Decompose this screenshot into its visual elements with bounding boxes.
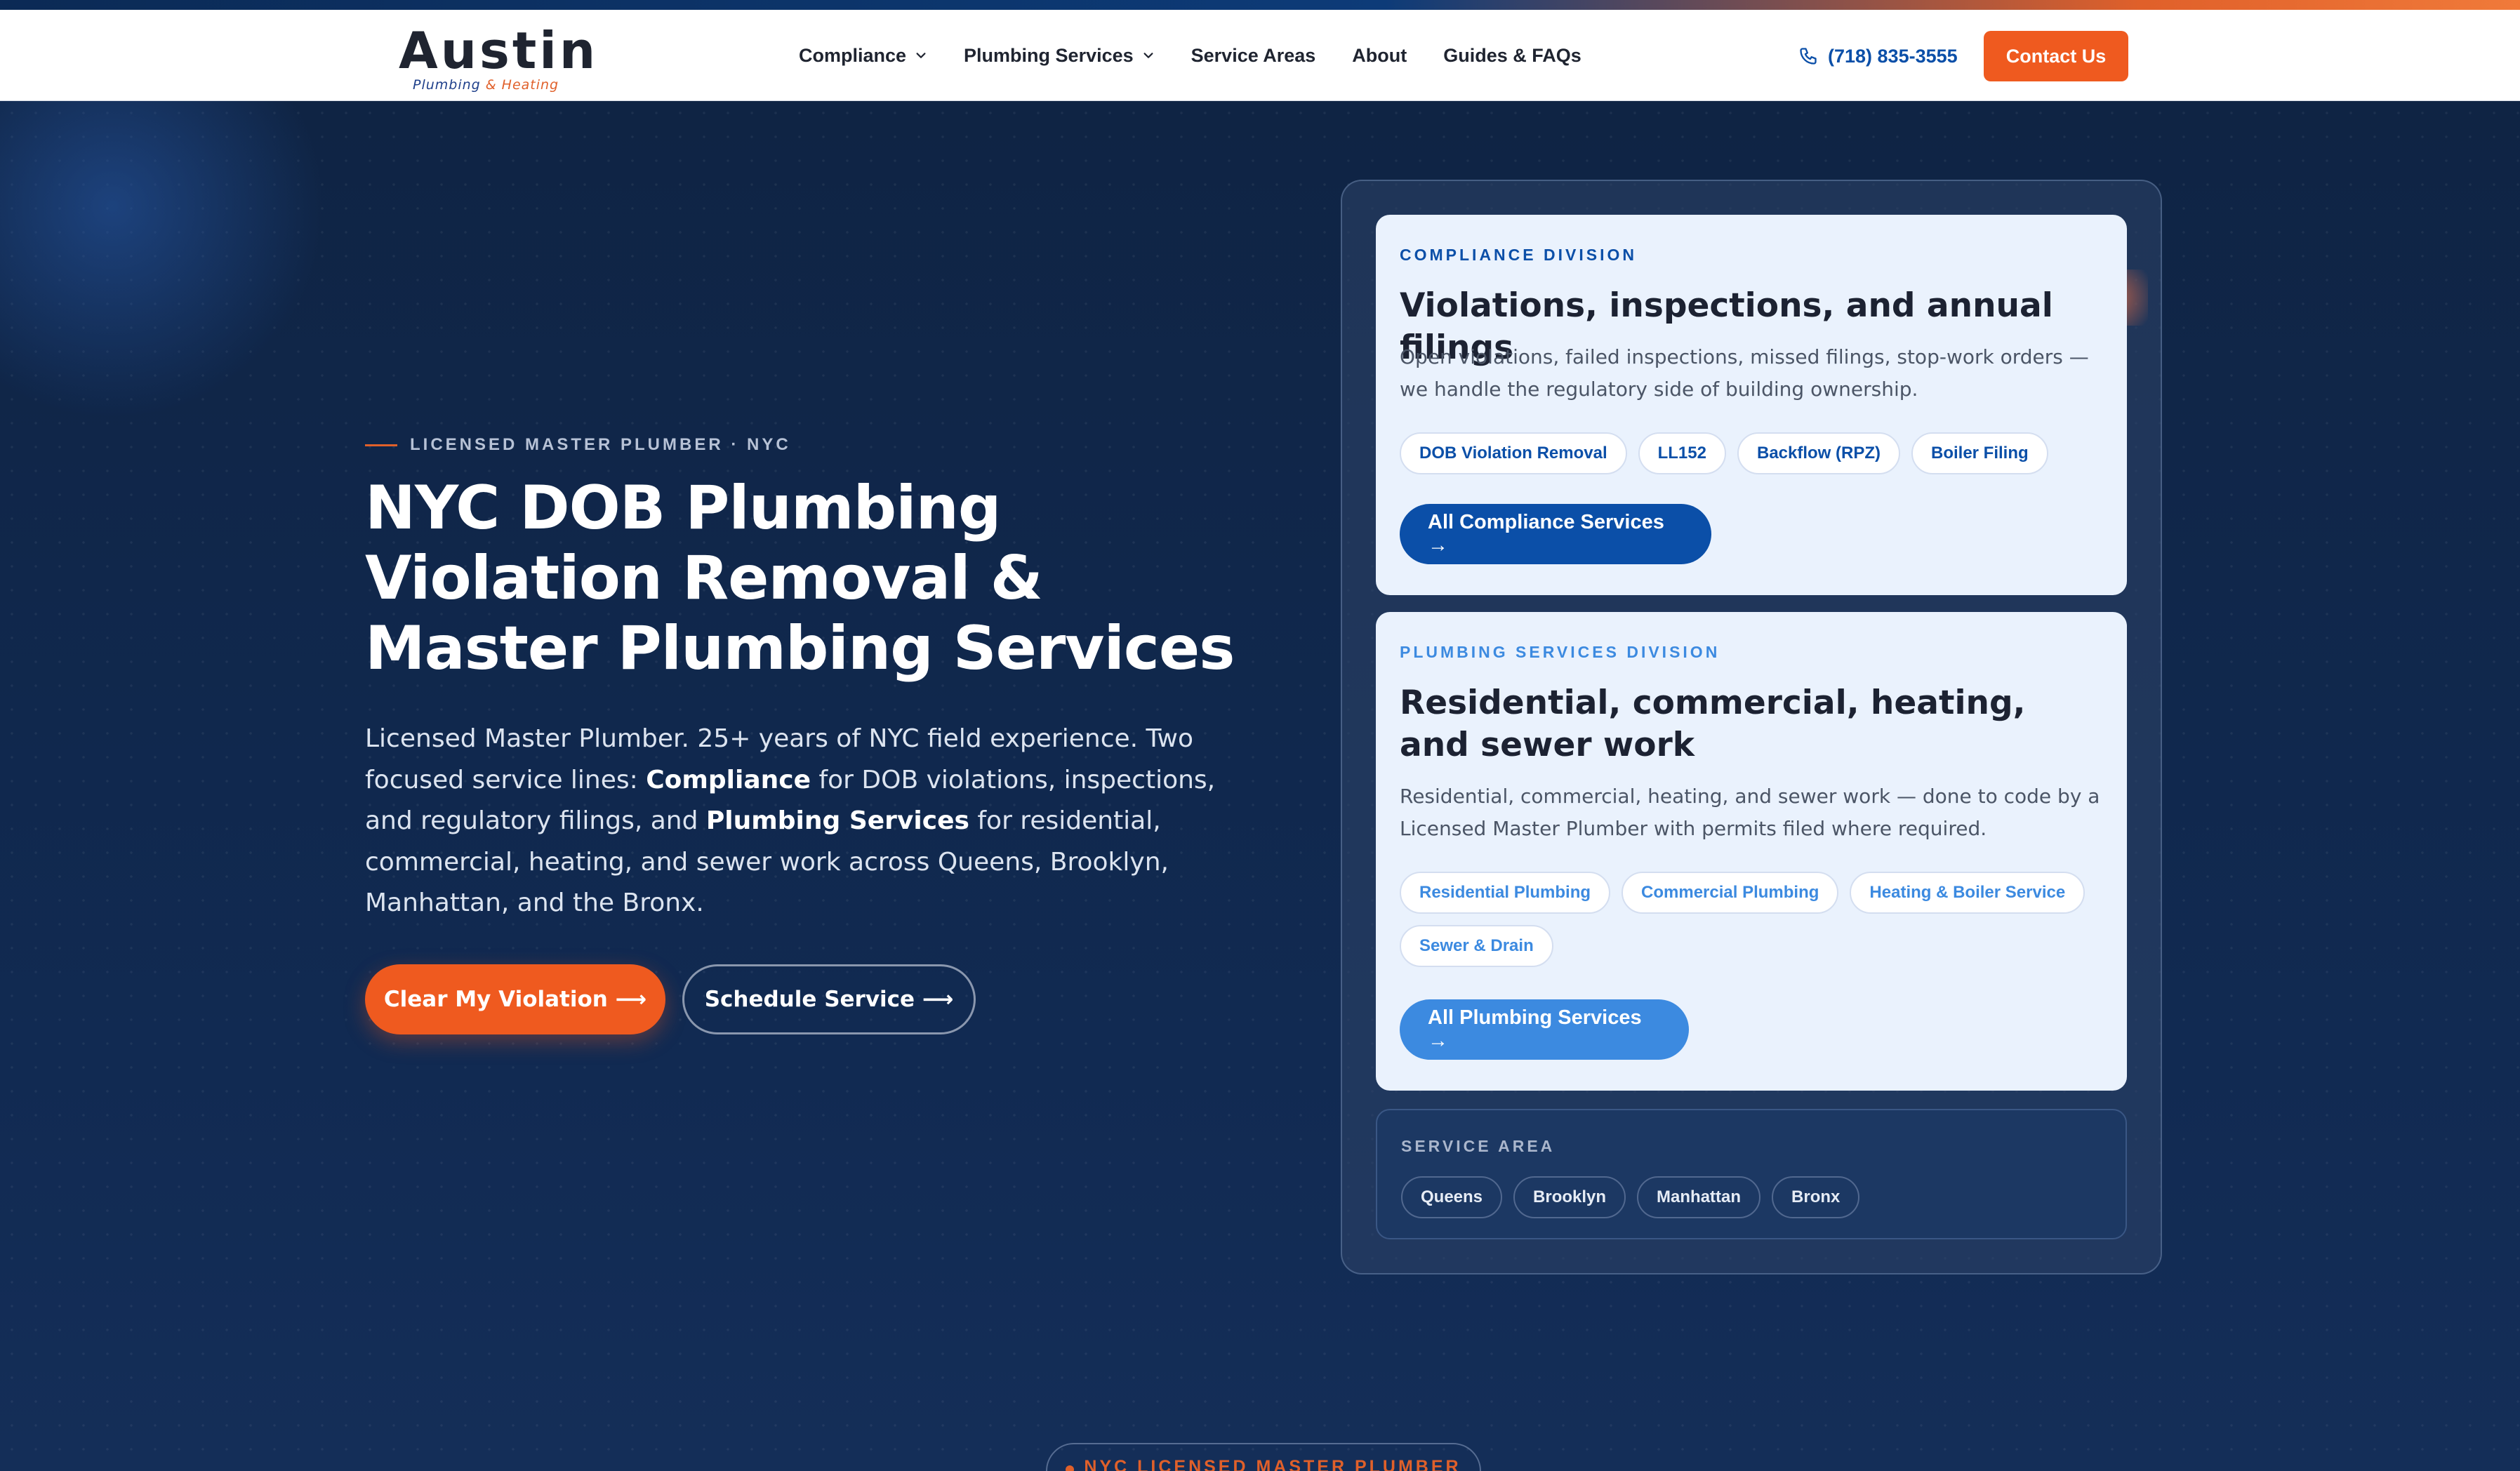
logo-wordmark: Austin bbox=[399, 21, 599, 80]
hero-section: LICENSED MASTER PLUMBER · NYC NYC DOB Pl… bbox=[0, 101, 2520, 1471]
all-plumbing-services-button[interactable]: All Plumbing Services → bbox=[1400, 999, 1689, 1060]
card-eyebrow: PLUMBING SERVICES DIVISION bbox=[1400, 643, 1720, 661]
chip-heating-boiler-service[interactable]: Heating & Boiler Service bbox=[1850, 872, 2085, 914]
licensed-badge: NYC LICENSED MASTER PLUMBER bbox=[1046, 1443, 1481, 1471]
plumbing-chips: Residential Plumbing Commercial Plumbing… bbox=[1400, 872, 2109, 967]
logo[interactable]: Austin Plumbing & Heating bbox=[399, 21, 599, 95]
logo-tagline: Plumbing & Heating bbox=[413, 77, 559, 93]
nav-item-plumbing-services[interactable]: Plumbing Services bbox=[964, 45, 1155, 67]
service-area-card: SERVICE AREA Queens Brooklyn Manhattan B… bbox=[1376, 1109, 2127, 1239]
phone-icon bbox=[1800, 48, 1817, 65]
nav-item-about[interactable]: About bbox=[1352, 45, 1407, 67]
compliance-division-card: COMPLIANCE DIVISION Violations, inspecti… bbox=[1376, 215, 2127, 595]
card-description: Open violations, failed inspections, mis… bbox=[1400, 345, 2089, 401]
card-eyebrow: COMPLIANCE DIVISION bbox=[1400, 246, 1637, 264]
chip-boiler-filing[interactable]: Boiler Filing bbox=[1911, 432, 2048, 474]
card-title: Residential, commercial, heating, and se… bbox=[1400, 684, 2026, 764]
nav-item-service-areas[interactable]: Service Areas bbox=[1191, 45, 1316, 67]
chevron-down-icon bbox=[1143, 53, 1153, 58]
compliance-chips: DOB Violation Removal LL152 Backflow (RP… bbox=[1400, 432, 2048, 474]
chip-ll152[interactable]: LL152 bbox=[1638, 432, 1726, 474]
all-compliance-services-button[interactable]: All Compliance Services → bbox=[1400, 504, 1711, 564]
hero-eyebrow: LICENSED MASTER PLUMBER · NYC bbox=[365, 435, 791, 455]
chip-sewer-drain[interactable]: Sewer & Drain bbox=[1400, 925, 1553, 967]
card-eyebrow: SERVICE AREA bbox=[1401, 1137, 1556, 1155]
phone-link[interactable]: (718) 835-3555 bbox=[1798, 42, 1958, 70]
chip-commercial-plumbing[interactable]: Commercial Plumbing bbox=[1622, 872, 1839, 914]
eyebrow-dash bbox=[365, 444, 397, 446]
chip-dob-violation-removal[interactable]: DOB Violation Removal bbox=[1400, 432, 1627, 474]
hero-description: Licensed Master Plumber. 25+ years of NY… bbox=[365, 724, 1216, 917]
chip-residential-plumbing[interactable]: Residential Plumbing bbox=[1400, 872, 1611, 914]
main-nav: Compliance Plumbing Services Service Are… bbox=[799, 10, 1618, 101]
contact-us-button[interactable]: Contact Us bbox=[1984, 31, 2128, 81]
badge-dot bbox=[1066, 1465, 1075, 1471]
chip-backflow-rpz[interactable]: Backflow (RPZ) bbox=[1737, 432, 1900, 474]
card-description: Residential, commercial, heating, and se… bbox=[1400, 785, 2100, 840]
chip-queens[interactable]: Queens bbox=[1401, 1176, 1503, 1218]
site-header: Austin Plumbing & Heating Compliance Plu… bbox=[0, 10, 2520, 101]
phone-number: (718) 835-3555 bbox=[1828, 45, 1958, 67]
chip-bronx[interactable]: Bronx bbox=[1772, 1176, 1860, 1218]
service-area-chips: Queens Brooklyn Manhattan Bronx bbox=[1401, 1176, 1860, 1218]
schedule-service-button[interactable]: Schedule Service ⟶ bbox=[682, 964, 976, 1034]
top-accent-strip bbox=[0, 0, 2520, 10]
nav-item-guides-faqs[interactable]: Guides & FAQs bbox=[1443, 45, 1581, 67]
chevron-down-icon bbox=[916, 53, 926, 58]
clear-violation-button[interactable]: Clear My Violation ⟶ bbox=[365, 964, 665, 1034]
hero-title: NYC DOB Plumbing Violation Removal & Mas… bbox=[365, 473, 1235, 684]
chip-brooklyn[interactable]: Brooklyn bbox=[1513, 1176, 1626, 1218]
nav-item-compliance[interactable]: Compliance bbox=[799, 45, 927, 67]
plumbing-division-card: PLUMBING SERVICES DIVISION Residential, … bbox=[1376, 612, 2127, 1091]
chip-manhattan[interactable]: Manhattan bbox=[1637, 1176, 1761, 1218]
